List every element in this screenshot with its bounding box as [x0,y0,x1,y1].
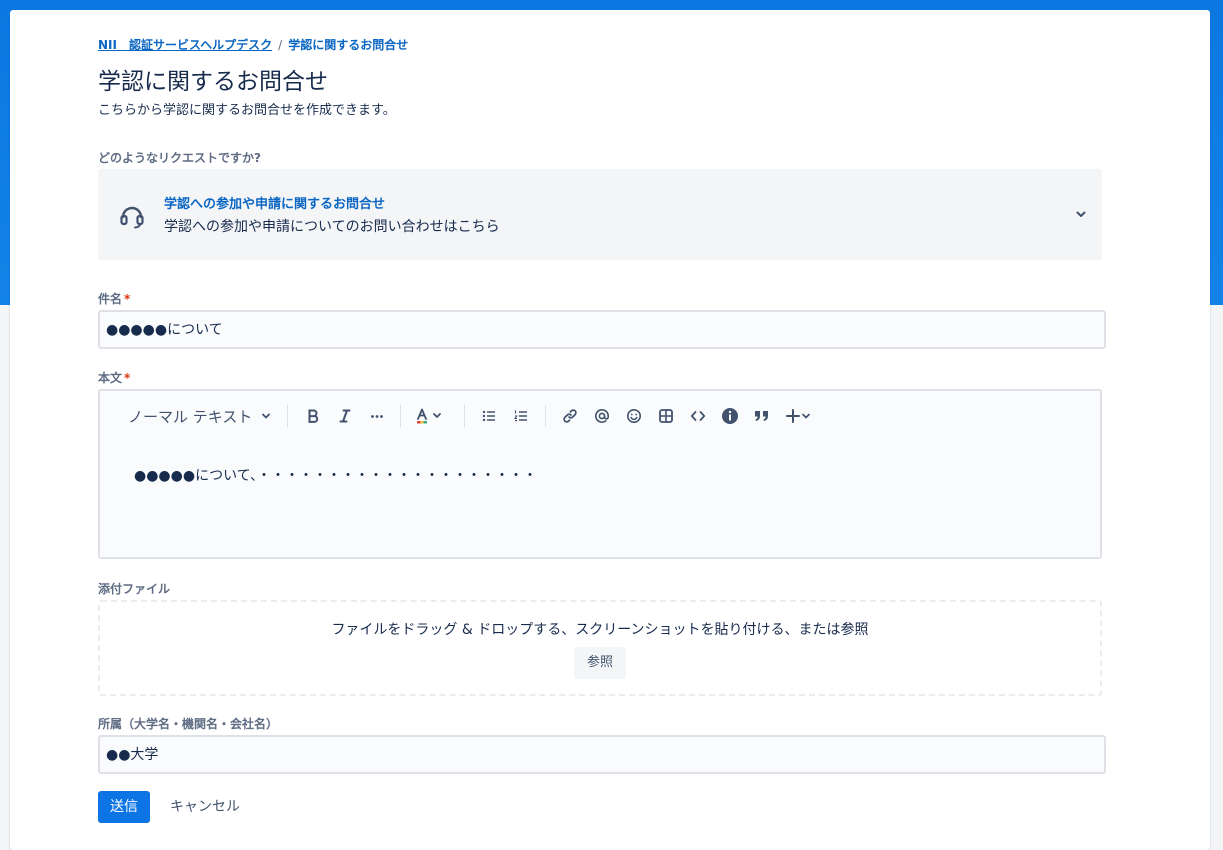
quote-icon[interactable] [751,405,773,427]
text-style-label: ノーマル テキスト [128,407,253,426]
breadcrumb-separator: / [278,38,283,52]
mention-icon[interactable] [591,405,613,427]
body-editor[interactable]: ノーマル テキスト ●●●●●について、・・・・・・・・・・・・・・・・・・・・ [98,389,1102,559]
bullet-list-icon[interactable] [478,405,500,427]
required-mark: * [124,292,131,306]
dropzone-text: ファイルをドラッグ & ドロップする、スクリーンショットを貼り付ける、または参照 [331,622,869,638]
link-icon[interactable] [559,405,581,427]
body-textarea[interactable]: ●●●●●について、・・・・・・・・・・・・・・・・・・・・ [134,465,537,485]
affiliation-label: 所属（大学名・機関名・会社名） [98,717,279,731]
bold-icon[interactable] [302,405,324,427]
editor-toolbar: ノーマル テキスト [100,391,1100,441]
toolbar-divider [287,405,288,427]
browse-button[interactable]: 参照 [574,647,626,679]
file-dropzone[interactable]: ファイルをドラッグ & ドロップする、スクリーンショットを貼り付ける、または参照… [98,600,1102,696]
request-type-label: どのようなリクエストですか? [98,151,261,165]
breadcrumb: NII 認証サービスヘルプデスク / 学認に関するお問合せ [98,36,408,53]
table-icon[interactable] [655,405,677,427]
code-icon[interactable] [687,405,709,427]
subject-input[interactable]: ●●●●●について [98,310,1106,349]
page-title: 学認に関するお問合せ [98,69,328,95]
info-panel-icon[interactable] [719,405,741,427]
affiliation-input[interactable]: ●●大学 [98,735,1106,774]
attachment-label: 添付ファイル [98,582,171,596]
request-form-card: NII 認証サービスヘルプデスク / 学認に関するお問合せ 学認に関するお問合せ こ… [10,10,1210,850]
cancel-button[interactable]: キャンセル [162,791,248,823]
text-color-icon[interactable] [414,405,448,427]
subject-label: 件名 * [98,290,130,307]
more-formatting-icon[interactable] [366,405,388,427]
italic-icon[interactable] [334,405,356,427]
toolbar-divider [464,405,465,427]
page-description: こちらから学認に関するお問合せを作成できます。 [98,103,396,118]
text-style-dropdown[interactable]: ノーマル テキスト [128,405,272,427]
breadcrumb-link-helpdesk[interactable]: NII 認証サービスヘルプデスク [98,38,272,52]
numbered-list-icon[interactable] [510,405,532,427]
toolbar-divider [400,405,401,427]
subject-label-text: 件名 [98,292,123,306]
required-mark: * [124,371,131,385]
request-type-select[interactable]: 学認への参加や申請に関するお問合せ 学認への参加や申請についてのお問い合わせはこ… [98,169,1102,260]
request-type-description: 学認への参加や申請についてのお問い合わせはこちら [164,219,500,235]
submit-button[interactable]: 送信 [98,791,150,823]
chevron-down-icon [1074,207,1088,221]
body-label: 本文 * [98,369,130,386]
breadcrumb-link-current[interactable]: 学認に関するお問合せ [288,38,408,52]
body-label-text: 本文 [98,371,123,385]
chevron-down-icon [260,410,272,422]
emoji-icon[interactable] [623,405,645,427]
headset-icon [118,202,146,230]
request-type-title: 学認への参加や申請に関するお問合せ [164,197,386,212]
toolbar-divider [545,405,546,427]
insert-plus-icon[interactable] [785,405,817,427]
